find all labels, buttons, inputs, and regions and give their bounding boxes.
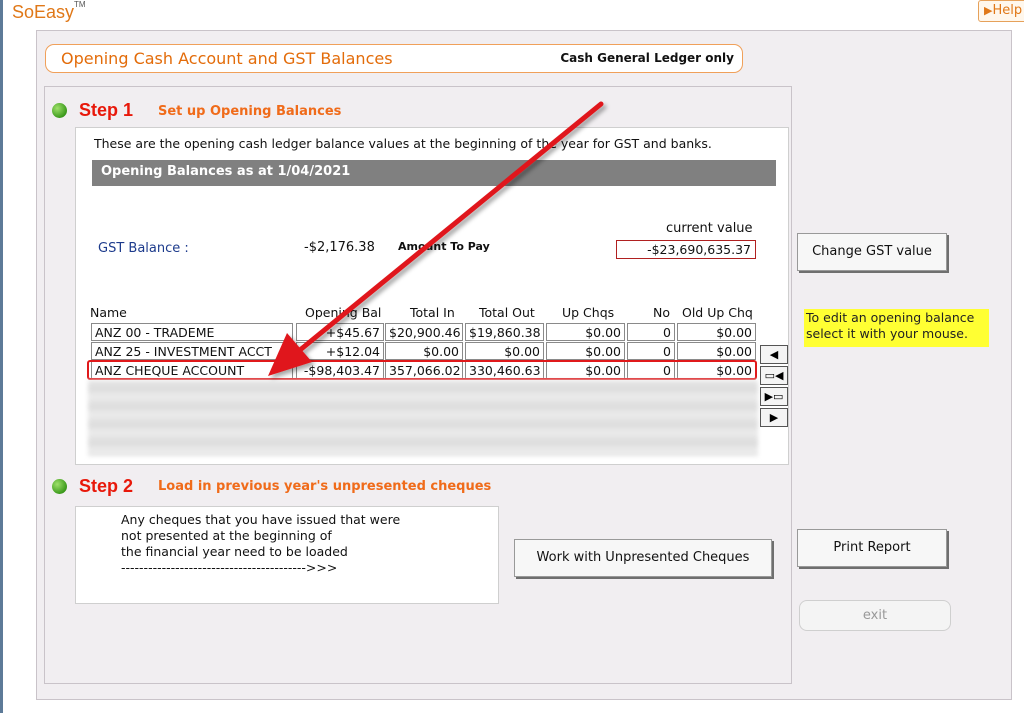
table-cell-up-chqs[interactable]: $0.00 — [546, 342, 625, 360]
table-cell-opening[interactable]: +$45.67 — [296, 323, 384, 341]
table-cell-total-in[interactable]: $0.00 — [385, 342, 463, 360]
gst-balance-label: GST Balance : — [98, 241, 189, 256]
table-cell-old-up[interactable]: $0.00 — [677, 342, 756, 360]
col-header-total-in: Total In — [410, 305, 455, 320]
exit-button[interactable]: exit — [799, 600, 951, 631]
table-cell-no[interactable]: 0 — [627, 342, 675, 360]
ledger-note: Cash General Ledger only — [560, 51, 734, 65]
table-cell-total-out[interactable]: $0.00 — [465, 342, 544, 360]
table-cell-total-out[interactable]: $19,860.38 — [465, 323, 544, 341]
table-cell-old-up[interactable]: $0.00 — [677, 323, 756, 341]
table-cell-total-in[interactable]: $20,900.46 — [385, 323, 463, 341]
step2-bullet-icon — [52, 479, 67, 494]
page-up-icon[interactable]: ▭◀ — [760, 366, 788, 385]
current-value-label: current value — [666, 221, 753, 236]
step2-label: Step 2 — [79, 476, 134, 496]
scroll-up-left-icon[interactable]: ◀ — [760, 345, 788, 364]
app-logo: SoEasyTM — [12, 0, 86, 22]
step1-description: Set up Opening Balances — [158, 104, 342, 119]
step1-label: Step 1 — [79, 100, 134, 120]
redacted-rows — [88, 380, 758, 456]
balances-header: Opening Balances as at 1/04/2021 — [92, 160, 776, 186]
table-cell-no[interactable]: 0 — [627, 323, 675, 341]
table-cell-name[interactable]: ANZ 00 - TRADEME — [91, 323, 293, 341]
print-report-button[interactable]: Print Report — [797, 529, 947, 567]
gst-current-value[interactable]: -$23,690,635.37 — [616, 240, 756, 259]
amount-to-pay-label: Amount To Pay — [398, 240, 490, 253]
col-header-name: Name — [90, 305, 127, 320]
gst-opening-value: -$2,176.38 — [304, 240, 375, 255]
change-gst-button[interactable]: Change GST value — [797, 233, 947, 271]
selected-row-highlight — [87, 360, 757, 380]
step1-bullet-icon — [52, 103, 67, 118]
help-button[interactable]: ▶Help — [978, 0, 1024, 22]
page-title: Opening Cash Account and GST Balances — [61, 49, 393, 68]
table-cell-opening[interactable]: +$12.04 — [296, 342, 384, 360]
table-cell-name[interactable]: ANZ 25 - INVESTMENT ACCT — [91, 342, 293, 360]
title-bar: Opening Cash Account and GST Balances Ca… — [45, 44, 743, 73]
table-cell-up-chqs[interactable]: $0.00 — [546, 323, 625, 341]
col-header-old-up-chq: Old Up Chq — [682, 305, 753, 320]
edit-tip: To edit an opening balance select it wit… — [804, 309, 989, 347]
step2-instructions: Any cheques that you have issued that we… — [121, 512, 401, 575]
step2-description: Load in previous year's unpresented cheq… — [158, 479, 492, 494]
page-down-icon[interactable]: ▶▭ — [760, 387, 788, 406]
col-header-opening-bal: Opening Bal — [305, 305, 382, 320]
col-header-up-chqs: Up Chqs — [562, 305, 615, 320]
window-edge — [0, 0, 3, 713]
col-header-total-out: Total Out — [479, 305, 535, 320]
scroll-down-right-icon[interactable]: ▶ — [760, 408, 788, 427]
col-header-no: No — [653, 305, 670, 320]
step1-intro: These are the opening cash ledger balanc… — [94, 136, 712, 151]
unpresented-cheques-button[interactable]: Work with Unpresented Cheques — [514, 539, 772, 577]
